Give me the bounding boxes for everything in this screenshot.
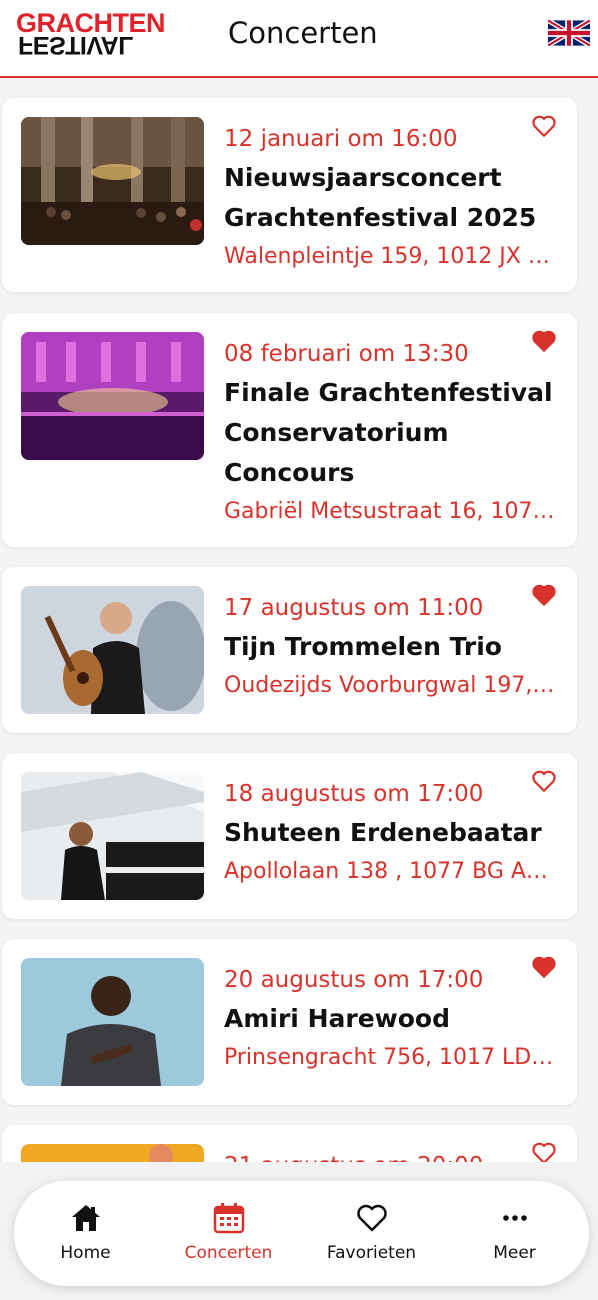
uk-flag-icon[interactable] (546, 18, 592, 48)
nav-label-concerten: Concerten (184, 1243, 273, 1263)
favorite-outline-icon[interactable] (531, 1141, 559, 1162)
nav-item-home[interactable]: Home (14, 1181, 157, 1286)
concert-date: 12 januari om 16:00 (224, 126, 458, 152)
nav-item-favorieten[interactable]: Favorieten (300, 1181, 443, 1286)
concert-image (21, 958, 204, 1086)
concert-card[interactable]: 08 februari om 13:30 Finale Grachtenfest… (2, 313, 577, 547)
concert-date: 08 februari om 13:30 (224, 341, 469, 367)
favorite-filled-icon[interactable] (531, 329, 559, 355)
heart-icon (355, 1201, 389, 1235)
concert-title: Nieuwsjaarsconcert Grachtenfestival 2025 (224, 163, 537, 232)
favorite-outline-icon[interactable] (531, 114, 559, 140)
nav-label-favorieten: Favorieten (326, 1243, 417, 1263)
nav-label-meer: Meer (493, 1243, 536, 1263)
page-title: Concerten (228, 16, 378, 50)
concert-card[interactable]: 17 augustus om 11:00 Tijn Trommelen Trio… (2, 567, 577, 733)
logo-text-bottom: FESTIVAL (18, 31, 133, 59)
calendar-icon (212, 1201, 246, 1235)
concert-card[interactable]: 18 augustus om 17:00 Shuteen Erdenebaata… (2, 753, 577, 919)
concert-image (21, 772, 204, 900)
more-icon (498, 1201, 532, 1235)
nav-item-meer[interactable]: Meer (443, 1181, 586, 1286)
concert-date: 18 augustus om 17:00 (224, 781, 484, 807)
concert-title: Tijn Trommelen Trio (224, 632, 502, 661)
concert-card[interactable]: 12 januari om 16:00 Nieuwsjaarsconcert G… (2, 98, 577, 292)
concert-address: Apollolaan 138 , 1077 BG Amsterdam (224, 859, 559, 884)
app-header: GRACHTEN FESTIVAL Concerten (0, 0, 598, 78)
concert-image (21, 117, 204, 245)
favorite-filled-icon[interactable] (531, 955, 559, 981)
concert-title: Shuteen Erdenebaatar (224, 818, 542, 847)
concert-card[interactable]: 21 augustus om 20:00 (2, 1125, 577, 1162)
favorite-outline-icon[interactable] (531, 769, 559, 795)
grachtenfestival-logo[interactable]: GRACHTEN FESTIVAL (16, 10, 176, 60)
concert-list[interactable]: 12 januari om 16:00 Nieuwsjaarsconcert G… (0, 80, 598, 1162)
concert-address: Walenpleintje 159, 1012 JX Amsterdam (224, 244, 559, 269)
favorite-filled-icon[interactable] (531, 583, 559, 609)
concert-image (21, 332, 204, 460)
concert-address: Oudezijds Voorburgwal 197, Amsterdam (224, 673, 559, 698)
concert-address: Prinsengracht 756, 1017 LD Amsterdam (224, 1045, 559, 1070)
concert-image (21, 586, 204, 714)
concert-title: Finale Grachtenfestival Conservatorium C… (224, 378, 553, 487)
concert-title: Amiri Harewood (224, 1004, 450, 1033)
concert-date: 21 augustus om 20:00 (224, 1147, 559, 1162)
concert-date: 20 augustus om 17:00 (224, 967, 484, 993)
concert-image (21, 1144, 204, 1162)
concert-date: 17 augustus om 11:00 (224, 595, 484, 621)
concert-address: Gabriël Metsustraat 16, 1071 EA Amsterda… (224, 499, 559, 524)
nav-label-home: Home (60, 1243, 111, 1263)
home-icon (69, 1201, 103, 1235)
bottom-navigation: Home Concerten Favorieten Meer (14, 1181, 589, 1286)
concert-card[interactable]: 20 augustus om 17:00 Amiri Harewood Prin… (2, 939, 577, 1105)
nav-item-concerten[interactable]: Concerten (157, 1181, 300, 1286)
